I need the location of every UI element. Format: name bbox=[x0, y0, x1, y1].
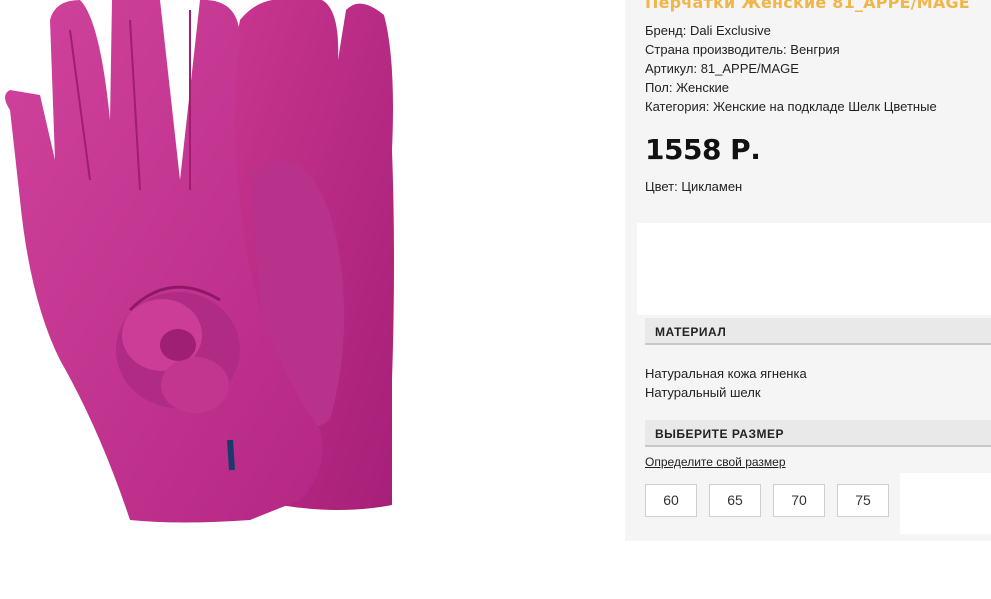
product-price: 1558 Р. bbox=[645, 133, 761, 166]
spec-category: Категория: Женские на подкладе Шелк Цвет… bbox=[645, 99, 937, 114]
size-blank-area bbox=[900, 473, 991, 534]
spec-brand: Бренд: Dali Exclusive bbox=[645, 23, 771, 38]
pink-gloves-image bbox=[5, 0, 394, 523]
spec-gender: Пол: Женские bbox=[645, 80, 730, 95]
product-specs: Бренд: Dali Exclusive Страна производите… bbox=[645, 21, 937, 116]
size-guide-link[interactable]: Определите свой размер bbox=[645, 455, 786, 469]
size-option-70[interactable]: 70 bbox=[773, 484, 825, 517]
spec-article: Артикул: 81_APPE/MAGE bbox=[645, 61, 799, 76]
size-option-65[interactable]: 65 bbox=[709, 484, 761, 517]
material-header: МАТЕРИАЛ bbox=[645, 318, 991, 345]
size-heading: ВЫБЕРИТЕ РАЗМЕР bbox=[655, 427, 784, 441]
size-header: ВЫБЕРИТЕ РАЗМЕР bbox=[645, 420, 991, 447]
material-heading: МАТЕРИАЛ bbox=[655, 325, 727, 339]
product-photo[interactable] bbox=[0, 0, 408, 540]
product-title: Перчатки Женские 81_APPE/MAGE bbox=[645, 0, 970, 12]
material-item: Натуральная кожа ягненка bbox=[645, 366, 807, 381]
material-item: Натуральный шелк bbox=[645, 385, 761, 400]
material-list: Натуральная кожа ягненка Натуральный шел… bbox=[645, 364, 807, 402]
spec-country: Страна производитель: Венгрия bbox=[645, 42, 840, 57]
size-option-75[interactable]: 75 bbox=[837, 484, 889, 517]
blank-panel bbox=[637, 223, 991, 315]
product-color: Цвет: Цикламен bbox=[645, 179, 743, 194]
size-option-60[interactable]: 60 bbox=[645, 484, 697, 517]
